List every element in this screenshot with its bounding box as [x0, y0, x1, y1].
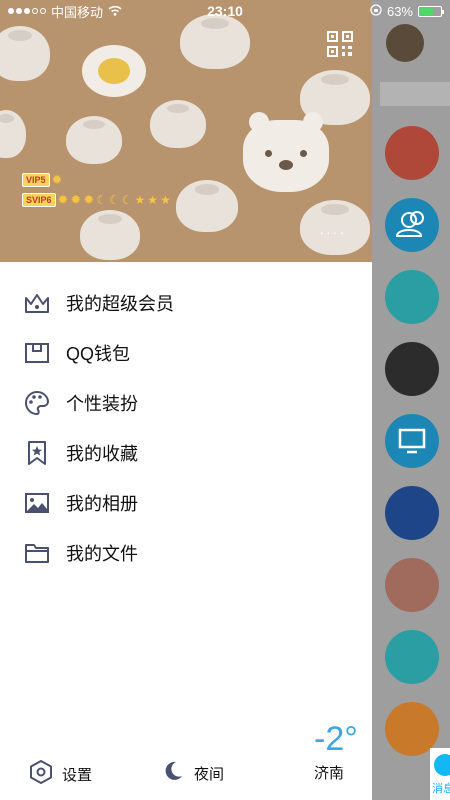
menu-item-label: 我的相册	[66, 494, 138, 514]
bun-decoration	[80, 210, 140, 260]
battery-icon	[418, 5, 444, 17]
bun-decoration	[180, 14, 250, 69]
avatar-monitor[interactable]	[385, 414, 439, 468]
menu-item-label: 个性装扮	[66, 394, 138, 414]
menu-item-super-vip[interactable]: 我的超级会员	[0, 278, 372, 328]
bookmark-star-icon	[24, 440, 50, 466]
avatar-photo-2[interactable]	[385, 126, 439, 180]
egg-decoration	[82, 45, 146, 97]
image-icon	[24, 490, 50, 516]
menu-item-label: 我的超级会员	[66, 294, 174, 314]
bear-decoration	[243, 112, 329, 192]
bun-decoration	[0, 110, 26, 158]
rotation-lock-icon	[370, 3, 382, 19]
sun-icon: ✹	[83, 192, 95, 207]
bun-decoration	[0, 26, 50, 81]
sun-icon: ✹	[70, 192, 82, 207]
wifi-icon	[108, 4, 122, 19]
temperature-text: -2°	[314, 720, 358, 758]
menu-item-favorites[interactable]: 我的收藏	[0, 428, 372, 478]
moon-icon: ☾	[96, 193, 107, 207]
avatar-photo-1[interactable]	[386, 24, 424, 62]
night-mode-button[interactable]: 夜间	[162, 760, 224, 786]
moon-icon: ☾	[109, 193, 120, 207]
wallet-icon	[24, 340, 50, 366]
moon-icon: ☾	[121, 193, 133, 207]
avatar-speak-english[interactable]	[385, 342, 439, 396]
settings-icon	[30, 760, 52, 788]
avatar-handshake-2[interactable]	[385, 630, 439, 684]
star-icon: ★	[160, 193, 171, 207]
level-badges[interactable]: VIP5 ✹ SVIP6 ✹ ✹ ✹ ☾ ☾ ☾ ★ ★ ★	[22, 172, 171, 212]
settings-label: 设置	[62, 766, 93, 784]
menu-item-label: 我的收藏	[66, 444, 138, 464]
menu-item-personalize[interactable]: 个性装扮	[0, 378, 372, 428]
svip-badge: SVIP6	[22, 193, 56, 207]
bun-decoration	[176, 180, 238, 232]
star-icon: ★	[147, 193, 159, 207]
moon-icon	[162, 760, 184, 786]
avatar-logo-m[interactable]	[385, 486, 439, 540]
night-label: 夜间	[194, 765, 225, 783]
bun-decoration	[66, 116, 122, 164]
vip-badge: VIP5	[22, 173, 50, 187]
palette-icon	[24, 390, 50, 416]
star-icon: ★	[134, 193, 146, 207]
drawer-menu: 我的超级会员 QQ钱包 个性装扮 我的收藏 我的相册 我的文件	[0, 278, 372, 578]
signal-strength-icon	[8, 8, 46, 14]
menu-item-label: 我的文件	[66, 544, 138, 564]
avatar-photo-3[interactable]	[385, 558, 439, 612]
menu-item-files[interactable]: 我的文件	[0, 528, 372, 578]
sun-icon: ✹	[57, 192, 69, 207]
drawer-bottom-bar: 设置 夜间 -2° 济南	[0, 722, 372, 800]
conversation-list-dimmed[interactable]	[372, 0, 450, 800]
search-bar[interactable]	[380, 82, 450, 106]
message-bubble-icon	[434, 754, 450, 776]
tab-messages[interactable]: 消息	[430, 748, 450, 800]
status-bar: 中国移动 23:10 63%	[0, 0, 450, 22]
more-dots-icon[interactable]: ····	[319, 224, 346, 240]
side-drawer: VIP5 ✹ SVIP6 ✹ ✹ ✹ ☾ ☾ ☾ ★ ★ ★ ···· 我的超级…	[0, 0, 372, 800]
avatar-handshake[interactable]	[385, 270, 439, 324]
menu-item-label: QQ钱包	[66, 344, 131, 364]
folder-icon	[24, 540, 50, 566]
avatar-group-icon[interactable]	[385, 198, 439, 252]
watermark: 经验	[340, 755, 371, 772]
qr-code-icon[interactable]	[326, 30, 354, 58]
profile-header[interactable]: VIP5 ✹ SVIP6 ✹ ✹ ✹ ☾ ☾ ☾ ★ ★ ★ ····	[0, 0, 372, 262]
carrier-name: 中国移动	[51, 4, 104, 20]
crown-icon	[24, 290, 50, 316]
tab-messages-label: 消息	[432, 783, 450, 795]
sun-icon: ✹	[51, 172, 63, 187]
menu-item-album[interactable]: 我的相册	[0, 478, 372, 528]
bun-decoration	[150, 100, 206, 148]
menu-item-qq-wallet[interactable]: QQ钱包	[0, 328, 372, 378]
battery-percent: 63%	[386, 3, 413, 19]
settings-button[interactable]: 设置	[30, 760, 92, 788]
